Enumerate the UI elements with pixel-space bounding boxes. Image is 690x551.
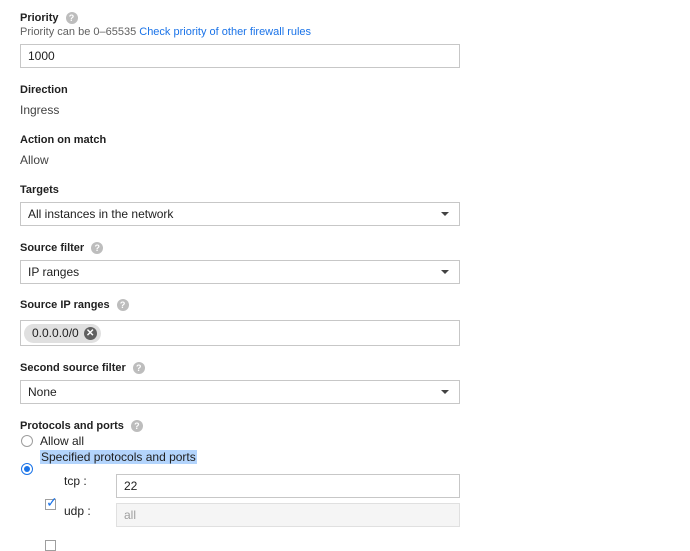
tcp-checkbox[interactable]: ✓ xyxy=(45,495,58,510)
radio-specified-protocols[interactable] xyxy=(21,463,33,475)
chevron-down-icon xyxy=(441,270,449,274)
targets-label: Targets xyxy=(20,184,59,196)
radio-allow-all[interactable] xyxy=(21,435,33,447)
priority-input-value: 1000 xyxy=(28,49,55,63)
udp-ports-input[interactable]: all xyxy=(116,503,460,527)
help-icon[interactable]: ? xyxy=(91,242,104,254)
tcp-ports-input[interactable]: 22 xyxy=(116,474,460,498)
check-icon: ✓ xyxy=(46,494,58,510)
source-ip-ranges-label: Source IP ranges? xyxy=(20,299,129,311)
direction-label: Direction xyxy=(20,84,68,96)
targets-selected: All instances in the network xyxy=(28,207,174,221)
udp-ports-placeholder: all xyxy=(124,508,137,522)
targets-select[interactable]: All instances in the network xyxy=(20,202,460,226)
priority-hint: Priority can be 0–65535 Check priority o… xyxy=(20,26,311,38)
chevron-down-icon xyxy=(441,212,449,216)
source-filter-label: Source filter? xyxy=(20,242,104,254)
ip-range-chip-label: 0.0.0.0/0 xyxy=(32,326,79,340)
action-on-match-label: Action on match xyxy=(20,134,107,146)
action-on-match-value: Allow xyxy=(20,153,49,167)
tcp-ports-value: 22 xyxy=(124,479,138,493)
priority-hint-text: Priority can be 0–65535 xyxy=(20,26,137,38)
priority-label: Priority? xyxy=(20,12,78,24)
protocols-and-ports-label: Protocols and ports? xyxy=(20,420,143,432)
radio-allow-all-label[interactable]: Allow all xyxy=(40,434,84,448)
check-priority-link[interactable]: Check priority of other firewall rules xyxy=(139,26,311,38)
second-source-filter-label: Second source filter? xyxy=(20,362,145,374)
help-icon[interactable]: ? xyxy=(130,420,143,432)
tcp-label: tcp : xyxy=(64,474,87,488)
help-icon[interactable]: ? xyxy=(65,12,78,24)
ip-range-chip: 0.0.0.0/0 ✕ xyxy=(24,323,101,343)
second-source-filter-selected: None xyxy=(28,385,57,399)
second-source-filter-select[interactable]: None xyxy=(20,380,460,404)
remove-chip-icon[interactable]: ✕ xyxy=(83,326,97,340)
source-filter-select[interactable]: IP ranges xyxy=(20,260,460,284)
udp-label: udp : xyxy=(64,504,91,518)
priority-input[interactable]: 1000 xyxy=(20,44,460,68)
radio-specified-protocols-label[interactable]: Specified protocols and ports xyxy=(40,450,197,464)
source-ip-ranges-input[interactable]: 0.0.0.0/0 ✕ xyxy=(20,320,460,346)
help-icon[interactable]: ? xyxy=(116,299,129,311)
udp-checkbox[interactable] xyxy=(45,540,56,551)
chevron-down-icon xyxy=(441,390,449,394)
help-icon[interactable]: ? xyxy=(132,362,145,374)
direction-value: Ingress xyxy=(20,103,60,117)
source-filter-selected: IP ranges xyxy=(28,265,80,279)
